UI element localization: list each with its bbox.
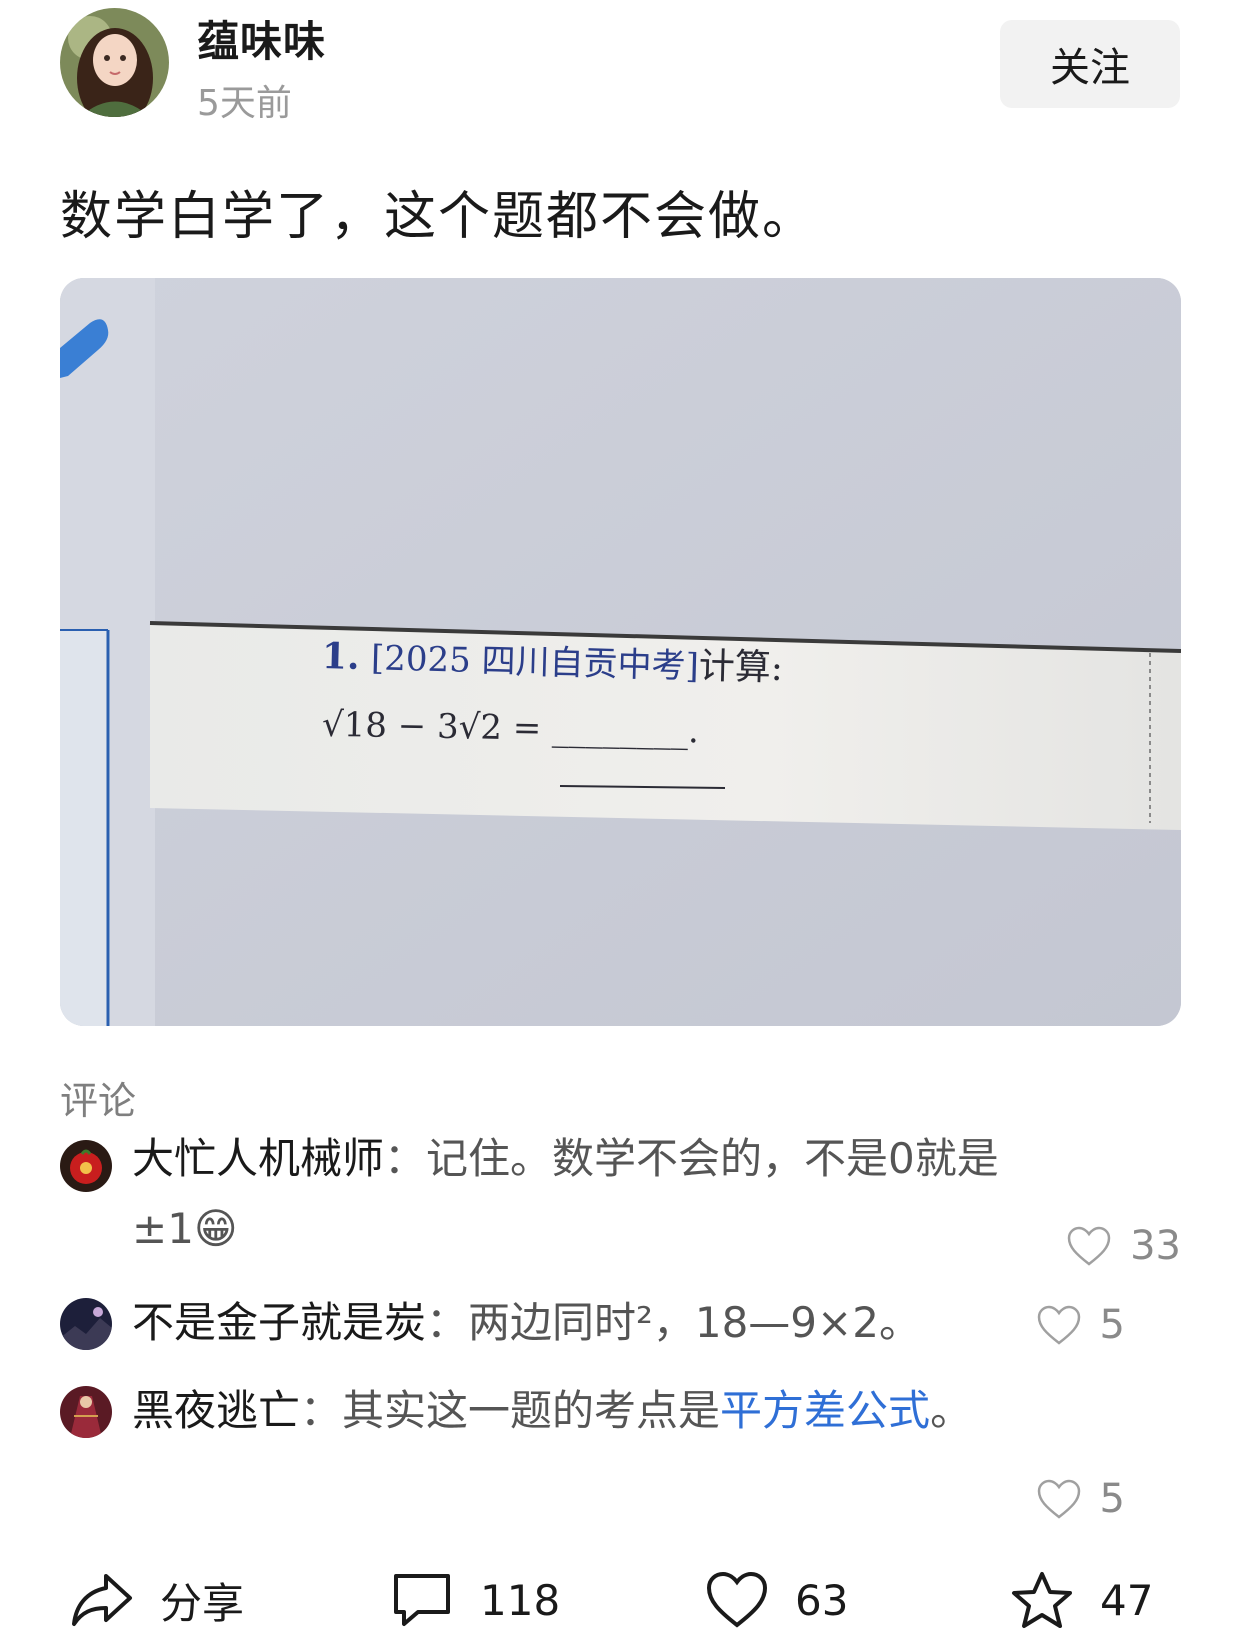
comment-like-count: 33 bbox=[1130, 1223, 1181, 1269]
comment-separator: ： bbox=[384, 1134, 427, 1183]
commenter-name[interactable]: 黑夜逃亡 bbox=[132, 1386, 300, 1435]
favorite-count: 47 bbox=[1100, 1575, 1154, 1625]
commenter-name[interactable]: 大忙人机械师 bbox=[132, 1134, 384, 1183]
comment-item: 大忙人机械师：记住。数学不会的，不是0就是 ±1😁 33 bbox=[60, 1130, 1181, 1270]
comment-text: 其实这一题的考点是 bbox=[342, 1386, 721, 1435]
comments-label: 评论 bbox=[60, 1079, 137, 1123]
heart-icon bbox=[1067, 1226, 1111, 1266]
comment-link[interactable]: 平方差公式 bbox=[720, 1386, 930, 1435]
comment-icon bbox=[394, 1574, 450, 1626]
share-label: 分享 bbox=[160, 1578, 245, 1628]
photo-question-line2: √18 − 3√2 = ________. bbox=[321, 704, 700, 752]
like-count: 63 bbox=[795, 1575, 849, 1625]
heart-icon bbox=[1037, 1305, 1080, 1345]
post-photo[interactable]: 1. [2025 四川自贡中考]计算: √18 − 3√2 = ________… bbox=[60, 278, 1181, 1026]
commenter-avatar[interactable] bbox=[60, 1140, 112, 1192]
comment-like-count: 5 bbox=[1099, 1302, 1125, 1348]
comment-count: 118 bbox=[480, 1575, 561, 1625]
author-name[interactable]: 蕴味味 bbox=[197, 8, 326, 69]
heart-icon bbox=[1037, 1479, 1080, 1519]
comment-button[interactable]: 118 bbox=[390, 1560, 560, 1640]
bottom-action-bar: 分享 118 63 47 bbox=[0, 1560, 1242, 1640]
comment-content: 黑夜逃亡：其实这一题的考点是平方差公式。 bbox=[132, 1376, 1072, 1446]
post-text: 数学白学了，这个题都不会做。 bbox=[60, 187, 817, 247]
commenter-avatar[interactable] bbox=[60, 1298, 112, 1350]
comment-like-button[interactable]: 33 bbox=[1066, 1223, 1181, 1269]
comment-like-button[interactable]: 5 bbox=[1036, 1476, 1125, 1522]
comment-item: 不是金子就是炭：两边同时²，18—9×2。 5 bbox=[60, 1290, 1181, 1370]
favorite-button[interactable]: 47 bbox=[1010, 1560, 1153, 1640]
comment-tail: 。 bbox=[930, 1386, 973, 1435]
share-button[interactable]: 分享 bbox=[70, 1560, 244, 1640]
commenter-name[interactable]: 不是金子就是炭 bbox=[132, 1298, 426, 1347]
question-instruction: 计算: bbox=[698, 645, 784, 690]
comment-text: 两边同时²，18—9×2。 bbox=[468, 1298, 921, 1347]
comment-item: 黑夜逃亡：其实这一题的考点是平方差公式。 5 bbox=[60, 1378, 1181, 1528]
follow-button[interactable]: 关注 bbox=[1000, 20, 1180, 108]
comment-content: 大忙人机械师：记住。数学不会的，不是0就是 ±1😁 bbox=[132, 1124, 1072, 1264]
like-button[interactable]: 63 bbox=[705, 1560, 848, 1640]
question-number: 1. bbox=[321, 634, 361, 678]
comment-separator: ： bbox=[426, 1298, 469, 1347]
post-time: 5天前 bbox=[197, 83, 292, 124]
question-source-tag: [2025 四川自贡中考] bbox=[370, 638, 700, 687]
author-avatar[interactable] bbox=[60, 8, 169, 117]
share-icon bbox=[72, 1574, 132, 1626]
comment-content: 不是金子就是炭：两边同时²，18—9×2。 bbox=[132, 1288, 1072, 1358]
comment-like-button[interactable]: 5 bbox=[1036, 1302, 1125, 1348]
comment-like-count: 5 bbox=[1099, 1476, 1125, 1522]
commenter-avatar[interactable] bbox=[60, 1386, 112, 1438]
star-icon bbox=[1012, 1572, 1072, 1628]
comment-separator: ： bbox=[300, 1386, 343, 1435]
heart-icon bbox=[706, 1571, 768, 1628]
